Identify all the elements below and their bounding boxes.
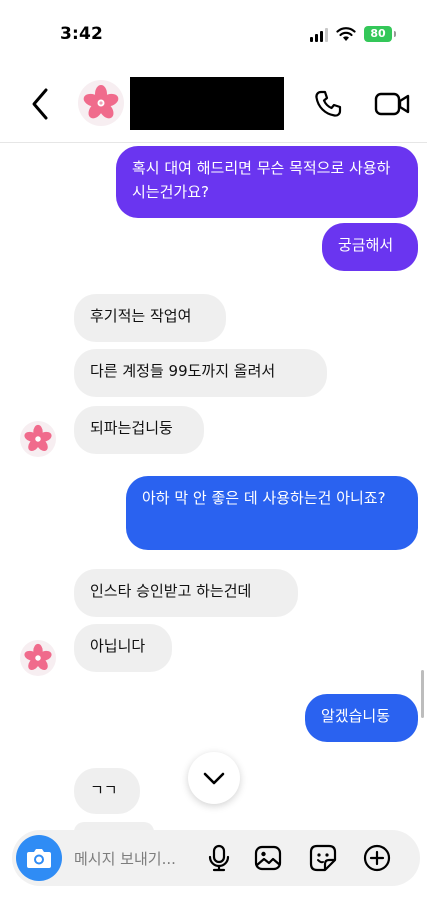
- message-bubble-incoming[interactable]: ㄱㄱ: [74, 768, 140, 814]
- message-bubble-outgoing[interactable]: 혹시 대여 해드리면 무슨 목적으로 사용하시는건가요?: [116, 146, 418, 218]
- scrollbar-thumb[interactable]: [421, 670, 424, 718]
- sakura-icon: [24, 643, 52, 671]
- message-bubble-incoming[interactable]: 아닙니다: [74, 624, 172, 672]
- gallery-icon[interactable]: [253, 843, 283, 873]
- contact-avatar-small[interactable]: [20, 421, 56, 457]
- message-bubble-incoming[interactable]: 인스타 승인받고 하는건데: [74, 569, 298, 617]
- contact-avatar-small[interactable]: [20, 640, 56, 676]
- microphone-icon[interactable]: [204, 843, 234, 873]
- back-chevron-icon[interactable]: [28, 86, 52, 122]
- battery-indicator: 80: [364, 26, 396, 42]
- message-bubble-outgoing[interactable]: 알겠습니동: [305, 694, 418, 742]
- message-input[interactable]: 메시지 보내기...: [74, 848, 176, 869]
- video-icon[interactable]: [372, 88, 412, 120]
- chevron-down-icon: [203, 772, 225, 785]
- sticker-icon[interactable]: [308, 843, 338, 873]
- message-bubble-outgoing[interactable]: 아하 막 안 좋은 데 사용하는건 아니죠?: [126, 476, 418, 550]
- redacted-contact-name: [130, 77, 284, 130]
- message-bubble-outgoing[interactable]: 궁금해서: [322, 223, 418, 271]
- message-bubble-incoming[interactable]: 다른 계정들 99도까지 올려서: [74, 349, 327, 397]
- camera-icon: [27, 849, 51, 868]
- scroll-to-bottom-button[interactable]: [188, 752, 240, 804]
- header-divider: [0, 142, 427, 143]
- phone-icon[interactable]: [312, 88, 344, 120]
- contact-avatar[interactable]: [78, 80, 124, 126]
- message-bubble-incoming[interactable]: 후기적는 작업여: [74, 294, 226, 342]
- sakura-icon: [24, 424, 52, 452]
- message-bubble-incoming[interactable]: 되파는겁니둥: [74, 406, 204, 454]
- plus-icon[interactable]: [362, 843, 392, 873]
- camera-button[interactable]: [16, 835, 62, 881]
- wifi-icon: [336, 27, 356, 41]
- sakura-icon: [83, 85, 119, 119]
- status-time: 3:42: [60, 24, 104, 44]
- signal-icon: [310, 28, 328, 42]
